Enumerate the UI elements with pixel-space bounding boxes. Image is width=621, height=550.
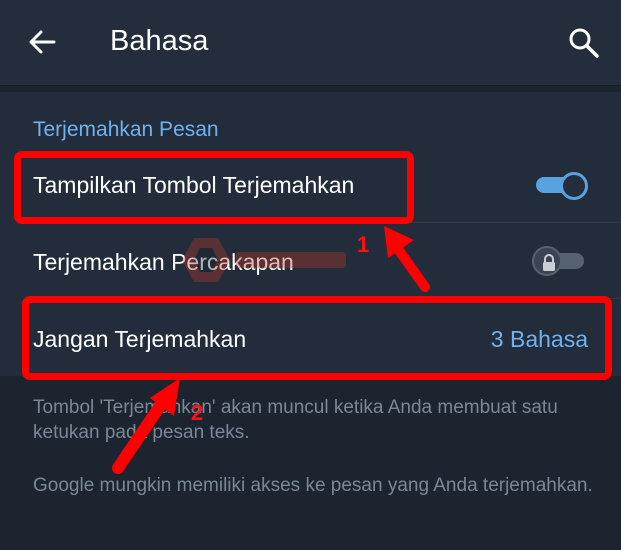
toggle-knob	[560, 172, 588, 200]
lock-icon	[543, 254, 555, 271]
info-text-google-access: Google mungkin memiliki akses ke pesan y…	[33, 475, 593, 496]
highlight-box-2	[22, 296, 612, 380]
annotation-label-2: 2	[191, 400, 204, 425]
highlight-box-1	[14, 151, 414, 224]
watermark-logo	[182, 238, 346, 282]
back-arrow-icon[interactable]	[26, 26, 58, 58]
app-bar: Bahasa	[0, 0, 621, 86]
search-icon[interactable]	[567, 26, 601, 60]
page-title: Bahasa	[110, 25, 209, 57]
show-translate-toggle[interactable]	[536, 170, 588, 200]
info-text-translate-button: Tombol 'Terjemahkan' akan muncul ketika …	[33, 397, 558, 443]
annotation-label-1: 1	[357, 232, 370, 257]
translate-conversation-toggle[interactable]	[532, 246, 586, 276]
section-header: Terjemahkan Pesan	[33, 118, 219, 141]
toggle-knob	[532, 246, 562, 276]
